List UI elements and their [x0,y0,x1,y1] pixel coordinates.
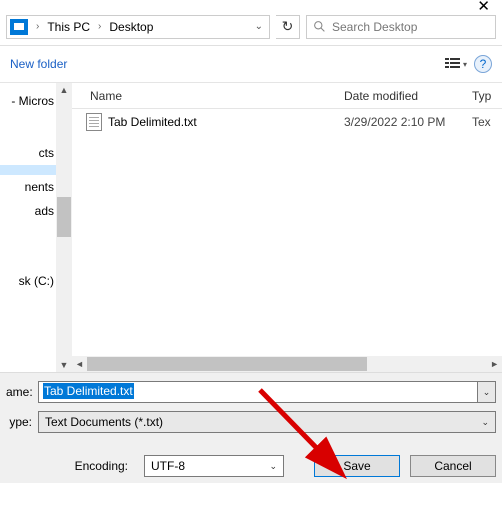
chevron-right-icon: › [32,21,43,32]
column-name[interactable]: Name [72,89,344,103]
tree-item[interactable]: nents [0,175,56,199]
file-row[interactable]: Tab Delimited.txt 3/29/2022 2:10 PM Tex [72,109,502,131]
tree-item-selected[interactable] [0,165,56,175]
tree-scrollbar[interactable]: ▲ ▼ [56,83,72,372]
this-pc-icon [10,19,28,35]
bottom-panel: ame: Tab Delimited.txt ⌄ ype: Text Docum… [0,372,502,483]
scroll-right-icon[interactable]: ► [487,359,502,369]
cancel-button[interactable]: Cancel [410,455,496,477]
breadcrumb[interactable]: › This PC › Desktop ⌄ [6,15,270,39]
filename-label: ame: [6,385,38,399]
tree-item[interactable]: ads [0,199,56,223]
breadcrumb-this-pc[interactable]: This PC [43,20,94,34]
chevron-right-icon: › [94,21,105,32]
column-date[interactable]: Date modified [344,89,472,103]
horizontal-scrollbar[interactable]: ◄ ► [72,356,502,372]
tree-item[interactable] [0,223,56,233]
file-date: 3/29/2022 2:10 PM [344,115,472,129]
scroll-up-icon[interactable]: ▲ [58,83,71,97]
new-folder-button[interactable]: New folder [10,57,67,71]
file-list-body[interactable]: Tab Delimited.txt 3/29/2022 2:10 PM Tex [72,109,502,356]
address-bar: › This PC › Desktop ⌄ ↻ Search Desktop [0,8,502,46]
filetype-select[interactable]: Text Documents (*.txt) ⌄ [38,411,496,433]
search-icon [313,20,326,33]
filename-input[interactable]: Tab Delimited.txt [38,381,478,403]
text-file-icon [86,113,102,131]
refresh-button[interactable]: ↻ [276,15,300,39]
folder-tree[interactable]: - Micros cts nents ads sk (C:) [0,83,56,372]
tree-item[interactable]: - Micros [0,89,56,113]
main-area: - Micros cts nents ads sk (C:) ▲ ▼ Name … [0,82,502,372]
encoding-label: Encoding: [75,459,128,473]
close-button[interactable]: ✕ [465,0,502,14]
scroll-left-icon[interactable]: ◄ [72,359,87,369]
filetype-value: Text Documents (*.txt) [45,415,163,429]
breadcrumb-desktop[interactable]: Desktop [105,20,157,34]
save-button[interactable]: Save [314,455,400,477]
filename-dropdown-icon[interactable]: ⌄ [478,381,496,403]
list-view-icon [445,57,461,71]
scroll-thumb[interactable] [87,357,367,371]
chevron-down-icon: ⌄ [269,461,277,472]
scroll-down-icon[interactable]: ▼ [58,358,71,372]
tree-item[interactable]: sk (C:) [0,269,56,293]
search-input[interactable]: Search Desktop [306,15,496,39]
scroll-track[interactable] [87,356,487,372]
encoding-value: UTF-8 [151,459,185,473]
tree-item[interactable]: cts [0,141,56,165]
chevron-down-icon: ⌄ [481,417,489,428]
encoding-select[interactable]: UTF-8 ⌄ [144,455,284,477]
column-type[interactable]: Typ [472,89,502,103]
toolbar: New folder ▾ ? [0,46,502,82]
file-list: Name Date modified Typ Tab Delimited.txt… [72,83,502,372]
search-placeholder: Search Desktop [332,20,417,34]
titlebar: ✕ [0,0,502,8]
column-headers: Name Date modified Typ [72,83,502,109]
filetype-label: ype: [6,415,38,429]
scroll-thumb[interactable] [57,197,71,237]
file-name: Tab Delimited.txt [108,115,344,129]
help-button[interactable]: ? [474,55,492,73]
file-type: Tex [472,115,502,129]
chevron-down-icon: ▾ [463,60,467,69]
breadcrumb-dropdown-icon[interactable]: ⌄ [249,21,269,32]
tree-item[interactable] [0,233,56,243]
view-options-button[interactable]: ▾ [444,53,468,75]
